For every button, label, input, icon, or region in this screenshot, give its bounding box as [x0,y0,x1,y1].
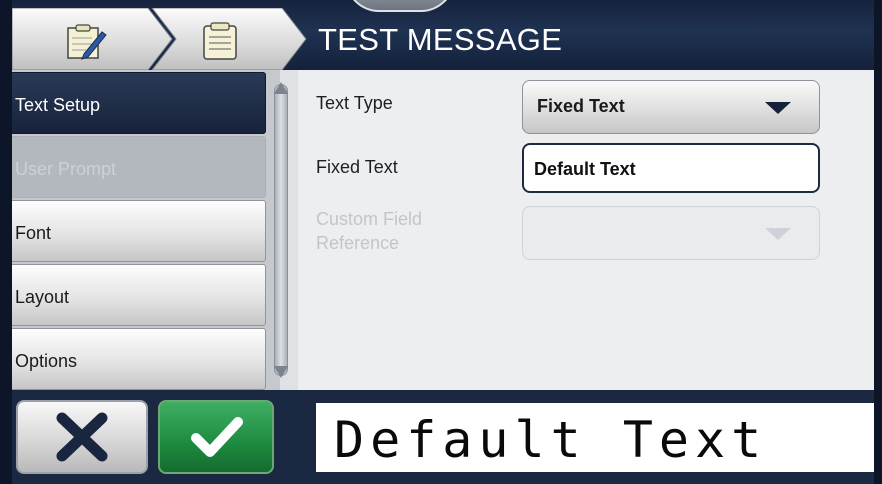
custom-field-label-line2: Reference [316,233,400,253]
page-title: TEST MESSAGE [318,22,563,57]
fixed-text-value: Default Text [534,159,636,179]
confirm-button[interactable] [158,400,274,474]
text-type-label: Text Type [316,93,393,113]
breadcrumb [12,8,308,70]
cancel-button[interactable] [16,400,148,474]
right-frame-edge [874,0,882,484]
fixed-text-input[interactable]: Default Text [522,143,820,193]
custom-field-reference-label: Custom Field Reference [316,207,422,255]
message-document-icon[interactable] [196,20,244,62]
sidebar-item-text-setup[interactable]: Text Setup [0,72,266,134]
text-type-dropdown[interactable]: Fixed Text [522,80,820,134]
sidebar-item-font[interactable]: Font [0,200,266,262]
left-frame-edge [0,0,12,484]
custom-field-label-line1: Custom Field [316,209,423,229]
breadcrumb-background [12,8,307,70]
fixed-text-label: Fixed Text [316,157,398,177]
sidebar-item-options[interactable]: Options [0,328,266,390]
scroll-up-arrow-icon[interactable] [274,82,288,94]
check-icon [191,417,243,457]
edit-message-icon[interactable] [62,20,110,62]
message-preview: Default Text [316,403,874,472]
chevron-down-icon [765,228,791,240]
text-type-value: Fixed Text [537,96,625,116]
sidebar-scrollbar[interactable] [274,84,288,376]
sidebar-item-layout[interactable]: Layout [0,264,266,326]
close-icon [56,412,108,462]
custom-field-reference-dropdown [522,206,820,260]
scroll-down-arrow-icon[interactable] [274,366,288,378]
sidebar-item-user-prompt: User Prompt [0,136,266,198]
chevron-down-icon [765,102,791,114]
